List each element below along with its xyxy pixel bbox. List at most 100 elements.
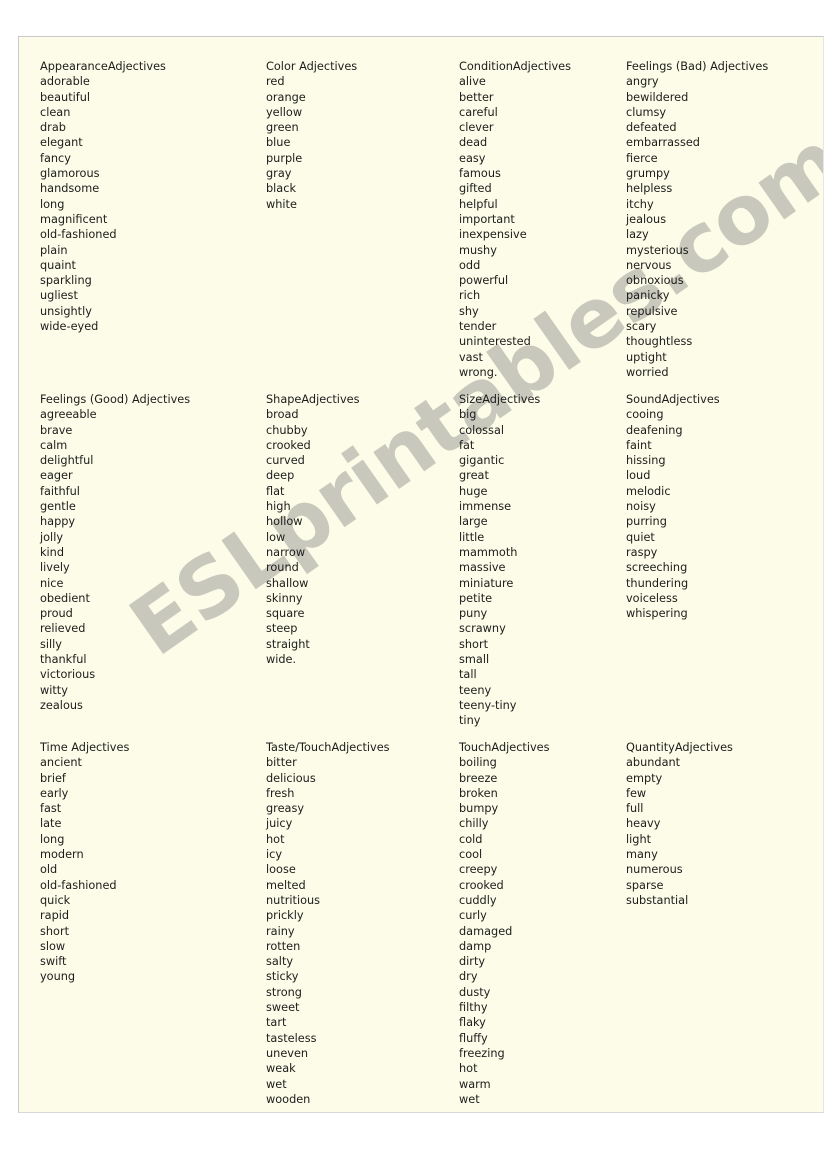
category-column-size: SizeAdjectives big colossal fat gigantic gre…: [459, 392, 634, 729]
word-item: repulsive: [626, 304, 678, 318]
word-item: great: [459, 469, 489, 483]
word-item: drab: [40, 121, 66, 135]
word-item: full: [626, 802, 644, 816]
word-item: steep: [266, 622, 298, 636]
word-item: happy: [40, 515, 76, 529]
word-item: brief: [40, 771, 66, 785]
word-item: quaint: [40, 258, 76, 272]
word-item: straight: [266, 637, 310, 651]
category-column-time: Time Adjectives ancient brief early fast lat…: [40, 740, 255, 985]
word-item: hollow: [266, 515, 303, 529]
word-item: inexpensive: [459, 228, 527, 242]
word-item: fancy: [40, 151, 71, 165]
word-item: obnoxious: [626, 274, 684, 288]
word-item: obedient: [40, 591, 90, 605]
word-item: ugliest: [40, 289, 78, 303]
word-item: tiny: [459, 714, 481, 728]
word-item: high: [266, 500, 291, 514]
word-item: chubby: [266, 423, 308, 437]
category-column-feelings-bad: Feelings (Bad) Adjectives angry bewildere…: [626, 59, 816, 380]
category-column-shape: ShapeAdjectives broad chubby crooked curved…: [266, 392, 456, 667]
word-item: fast: [40, 802, 62, 816]
word-item: low: [266, 530, 286, 544]
word-item: elegant: [40, 136, 83, 150]
word-item: numerous: [626, 863, 683, 877]
word-list: red orange yellow green blue purple gray black w…: [266, 74, 456, 212]
word-item: uninterested: [459, 335, 531, 349]
word-item: uneven: [266, 1046, 309, 1060]
category-title: Feelings (Good) Adjectives: [40, 393, 191, 406]
word-list: angry bewildered clumsy defeated embarrassed…: [626, 74, 816, 380]
word-item: famous: [459, 167, 501, 181]
word-list: boiling breeze broken bumpy chilly cold cool cr…: [459, 755, 634, 1107]
word-item: fresh: [266, 786, 295, 800]
word-item: hot: [266, 832, 285, 846]
word-item: petite: [459, 591, 493, 605]
word-item: voiceless: [626, 591, 678, 605]
word-item: late: [40, 817, 62, 831]
word-item: quiet: [626, 530, 655, 544]
word-item: eager: [40, 469, 73, 483]
word-item: chilly: [459, 817, 489, 831]
word-item: round: [266, 561, 299, 575]
word-list: ancient brief early fast late long modern old ol…: [40, 755, 255, 984]
word-item: careful: [459, 105, 498, 119]
word-item: icy: [266, 848, 283, 862]
word-item: early: [40, 786, 69, 800]
word-item: magnificent: [40, 212, 108, 226]
word-list: cooing deafening faint hissing loud melodic no…: [626, 407, 816, 621]
word-item: easy: [459, 151, 486, 165]
word-item: juicy: [266, 817, 293, 831]
word-item: panicky: [626, 289, 670, 303]
word-item: empty: [626, 771, 663, 785]
word-item: clean: [40, 105, 71, 119]
word-item: colossal: [459, 423, 505, 437]
word-item: deafening: [626, 423, 683, 437]
word-item: loud: [626, 469, 651, 483]
word-item: miniature: [459, 576, 514, 590]
word-item: teeny-tiny: [459, 698, 517, 712]
word-item: rotten: [266, 939, 301, 953]
word-item: bewildered: [626, 90, 689, 104]
word-item: jealous: [626, 212, 667, 226]
word-list: bitter delicious fresh greasy juicy hot icy loo…: [266, 755, 456, 1107]
word-list: alive better careful clever dead easy famous gi…: [459, 74, 634, 380]
word-item: strong: [266, 985, 302, 999]
word-item: substantial: [626, 893, 689, 907]
word-item: witty: [40, 683, 68, 697]
word-item: sweet: [266, 1001, 300, 1015]
category-column-taste-touch: Taste/TouchAdjectives bitter delicious fre…: [266, 740, 456, 1107]
word-item: adorable: [40, 75, 90, 89]
word-item: raspy: [626, 545, 658, 559]
word-item: tasteless: [266, 1031, 317, 1045]
word-item: filthy: [459, 1001, 488, 1015]
word-item: few: [626, 786, 647, 800]
word-item: weak: [266, 1062, 296, 1076]
word-item: cuddly: [459, 893, 497, 907]
word-item: better: [459, 90, 494, 104]
word-item: silly: [40, 637, 62, 651]
word-item: breeze: [459, 771, 498, 785]
word-item: short: [40, 924, 70, 938]
category-title: Taste/TouchAdjectives: [266, 741, 390, 754]
word-list: abundant empty few full heavy light many numero…: [626, 755, 816, 908]
word-item: glamorous: [40, 167, 100, 181]
word-item: brave: [40, 423, 73, 437]
word-item: faint: [626, 438, 652, 452]
category-column-quantity: QuantityAdjectives abundant empty few full h…: [626, 740, 816, 908]
word-item: victorious: [40, 668, 96, 682]
word-item: massive: [459, 561, 506, 575]
word-item: relieved: [40, 622, 86, 636]
word-item: salty: [266, 955, 294, 969]
word-item: clumsy: [626, 105, 667, 119]
word-item: odd: [459, 258, 481, 272]
word-item: square: [266, 607, 305, 621]
word-item: sparkling: [40, 274, 92, 288]
word-item: hot: [459, 1062, 478, 1076]
word-list: big colossal fat gigantic great huge immense la…: [459, 407, 634, 728]
word-item: old-fashioned: [40, 228, 117, 242]
word-item: rapid: [40, 909, 70, 923]
word-item: quick: [40, 893, 71, 907]
category-title: ConditionAdjectives: [459, 60, 571, 73]
word-item: dead: [459, 136, 488, 150]
